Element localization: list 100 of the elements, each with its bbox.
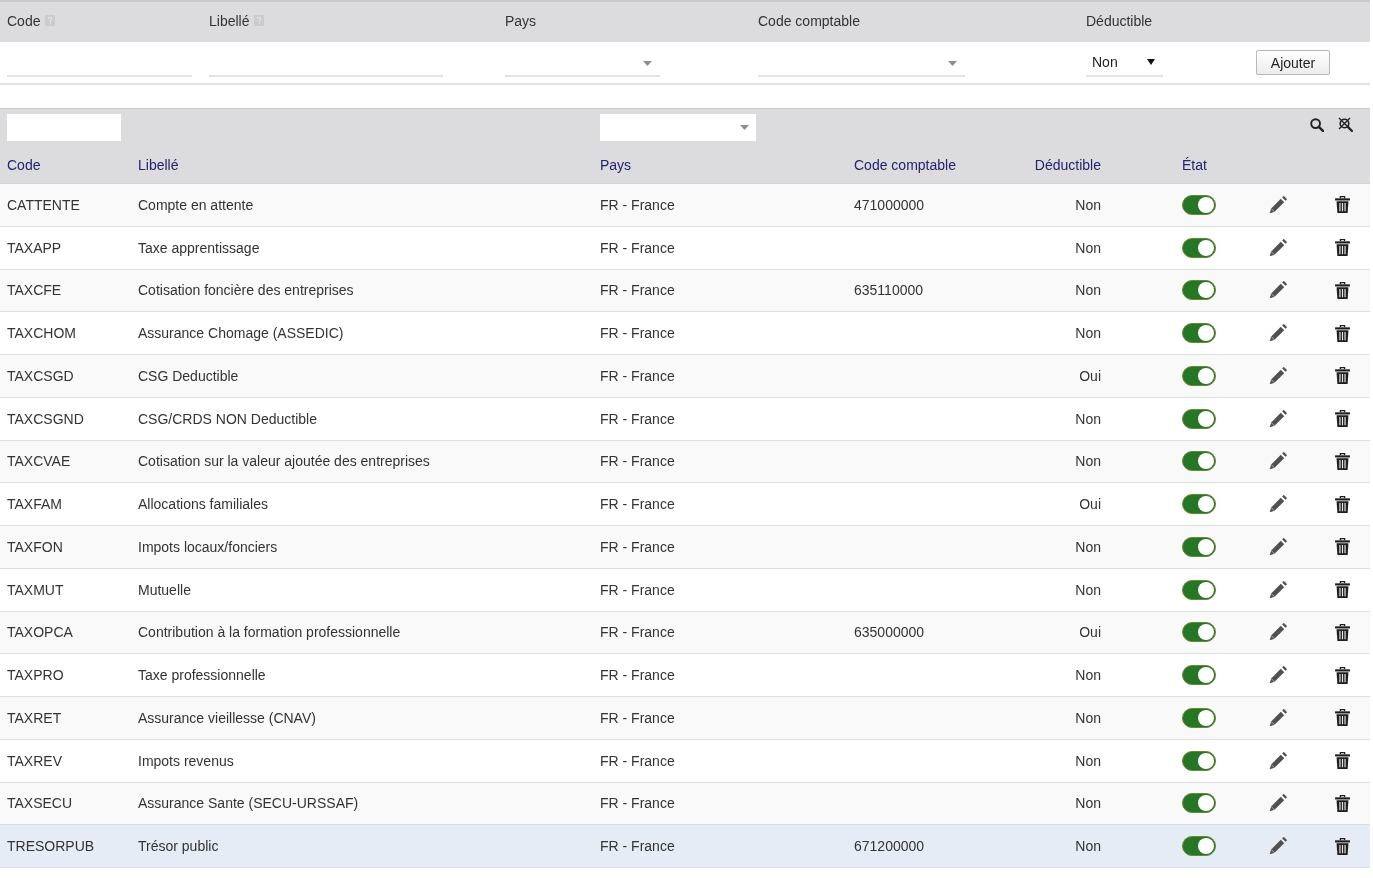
- caret-icon: [948, 60, 957, 66]
- table-cell-text: TAXCFE: [6, 282, 63, 299]
- field-label: Pays: [505, 12, 537, 29]
- trash-icon[interactable]: [1334, 666, 1350, 684]
- toggle-switch[interactable]: [1182, 451, 1216, 472]
- pencil-icon[interactable]: [1268, 195, 1287, 214]
- table-cell-text: Oui: [1078, 624, 1102, 641]
- trash-icon[interactable]: [1334, 794, 1350, 812]
- pencil-icon[interactable]: [1268, 281, 1287, 300]
- trash-icon[interactable]: [1334, 281, 1350, 299]
- table-row[interactable]: TAXCFE Cotisation foncière des entreprises FR - France 635110000 Non: [0, 269, 1370, 313]
- pencil-icon[interactable]: [1268, 623, 1287, 642]
- table-row[interactable]: TAXSECU Assurance Sante (SECU-URSSAF) FR - France Non: [0, 782, 1370, 826]
- caret-icon: [740, 125, 749, 130]
- table-cell-text: FR - France: [599, 752, 676, 769]
- clear-search-icon[interactable]: [1338, 117, 1353, 132]
- table-cell-text: Compte en attente: [137, 196, 255, 213]
- column-header[interactable]: Déductible: [1034, 156, 1101, 173]
- pencil-icon[interactable]: [1268, 366, 1287, 385]
- table-cell-text: Cotisation foncière des entreprises: [137, 282, 355, 299]
- column-header[interactable]: Code: [7, 156, 41, 173]
- table-cell-text: Oui: [1078, 496, 1102, 513]
- trash-icon[interactable]: [1334, 452, 1350, 470]
- table-cell-text: TAXAPP: [6, 239, 63, 256]
- filter-field[interactable]: [7, 114, 121, 141]
- pencil-icon[interactable]: [1268, 580, 1287, 599]
- table-cell-text: TAXOPCA: [6, 624, 74, 641]
- pencil-icon[interactable]: [1268, 837, 1287, 856]
- toggle-switch[interactable]: [1182, 707, 1216, 728]
- table-cell-text: TAXRET: [6, 709, 63, 726]
- table-row[interactable]: TAXOPCA Contribution à la formation professionnelle FR - France 635000000 Oui: [0, 611, 1370, 655]
- trash-icon[interactable]: [1334, 623, 1350, 641]
- trash-icon[interactable]: [1334, 410, 1350, 428]
- table-cell-text: Non: [1074, 410, 1102, 427]
- table-cell-text: TAXSECU: [6, 795, 74, 812]
- trash-icon[interactable]: [1334, 324, 1350, 342]
- table-cell-text: TAXCSGD: [6, 367, 75, 384]
- pencil-icon[interactable]: [1268, 537, 1287, 556]
- toggle-switch[interactable]: [1182, 194, 1216, 215]
- column-header[interactable]: Libellé: [138, 156, 179, 173]
- search-icon[interactable]: [1310, 117, 1324, 132]
- add-button[interactable]: Ajouter: [1256, 50, 1330, 75]
- table-row[interactable]: TAXRET Assurance vieillesse (CNAV) FR - France Non: [0, 697, 1370, 740]
- table-row[interactable]: TAXFON Impots locaux/fonciers FR - France Non: [0, 526, 1370, 569]
- trash-icon[interactable]: [1334, 367, 1350, 385]
- toggle-switch[interactable]: [1182, 622, 1216, 643]
- pencil-icon[interactable]: [1268, 409, 1287, 428]
- pencil-icon[interactable]: [1268, 452, 1287, 471]
- trash-icon[interactable]: [1334, 196, 1350, 214]
- table-cell-text: Trésor public: [137, 838, 220, 855]
- trash-icon[interactable]: [1334, 709, 1350, 727]
- pencil-icon[interactable]: [1268, 794, 1287, 813]
- trash-icon[interactable]: [1334, 239, 1350, 257]
- trash-icon[interactable]: [1334, 837, 1350, 855]
- field-label: Code: [7, 12, 41, 29]
- toggle-switch[interactable]: [1182, 365, 1216, 386]
- table-cell-text: FR - France: [599, 581, 676, 598]
- table-cell-text: TAXFON: [6, 538, 64, 555]
- table-cell-text: Oui: [1078, 367, 1102, 384]
- toggle-switch[interactable]: [1182, 280, 1216, 301]
- toggle-switch[interactable]: [1182, 836, 1216, 857]
- table-row[interactable]: TAXCVAE Cotisation sur la valeur ajoutée des entreprises FR - France Non: [0, 440, 1370, 484]
- table-cell-text: FR - France: [599, 795, 676, 812]
- table-cell-text: TAXCHOM: [6, 325, 77, 342]
- toggle-switch[interactable]: [1182, 494, 1216, 515]
- table-cell-text: FR - France: [599, 538, 676, 555]
- pencil-icon[interactable]: [1268, 666, 1287, 685]
- table-cell-text: Impots locaux/fonciers: [137, 538, 279, 555]
- table-cell-text: Non: [1074, 453, 1102, 470]
- pencil-icon[interactable]: [1268, 751, 1287, 770]
- table-cell-text: Allocations familiales: [137, 496, 269, 513]
- toggle-switch[interactable]: [1182, 323, 1216, 344]
- table-cell-text: Non: [1074, 581, 1102, 598]
- pencil-icon[interactable]: [1268, 238, 1287, 257]
- pencil-icon[interactable]: [1268, 495, 1287, 514]
- table-cell-text: 635000000: [853, 624, 926, 641]
- pencil-icon[interactable]: [1268, 708, 1287, 727]
- trash-icon[interactable]: [1334, 538, 1350, 556]
- toggle-switch[interactable]: [1182, 665, 1216, 686]
- trash-icon[interactable]: [1334, 581, 1350, 599]
- column-header[interactable]: État: [1182, 156, 1207, 173]
- field-label: Code comptable: [758, 12, 860, 29]
- dropdown-field[interactable]: Non: [1086, 51, 1163, 77]
- column-header[interactable]: Pays: [600, 156, 632, 173]
- table-row[interactable]: CATTENTE Compte en attente FR - France 471000000 Non: [0, 184, 1370, 227]
- table-cell-text: Contribution à la formation professionnelle: [137, 624, 402, 641]
- trash-icon[interactable]: [1334, 752, 1350, 770]
- pencil-icon[interactable]: [1268, 324, 1287, 343]
- toggle-switch[interactable]: [1182, 579, 1216, 600]
- toggle-switch[interactable]: [1182, 536, 1216, 557]
- trash-icon[interactable]: [1334, 495, 1350, 513]
- column-header[interactable]: Code comptable: [854, 156, 956, 173]
- toggle-switch[interactable]: [1182, 237, 1216, 258]
- toggle-switch[interactable]: [1182, 793, 1216, 814]
- toggle-switch[interactable]: [1182, 750, 1216, 771]
- table-row[interactable]: TRESORPUB Trésor public FR - France 671200000 Non: [0, 825, 1370, 868]
- table-cell-text: Non: [1074, 667, 1102, 684]
- toggle-switch[interactable]: [1182, 408, 1216, 429]
- table-cell-text: Non: [1074, 282, 1102, 299]
- table-row[interactable]: TAXCSGD CSG Deductible FR - France Oui: [0, 355, 1370, 398]
